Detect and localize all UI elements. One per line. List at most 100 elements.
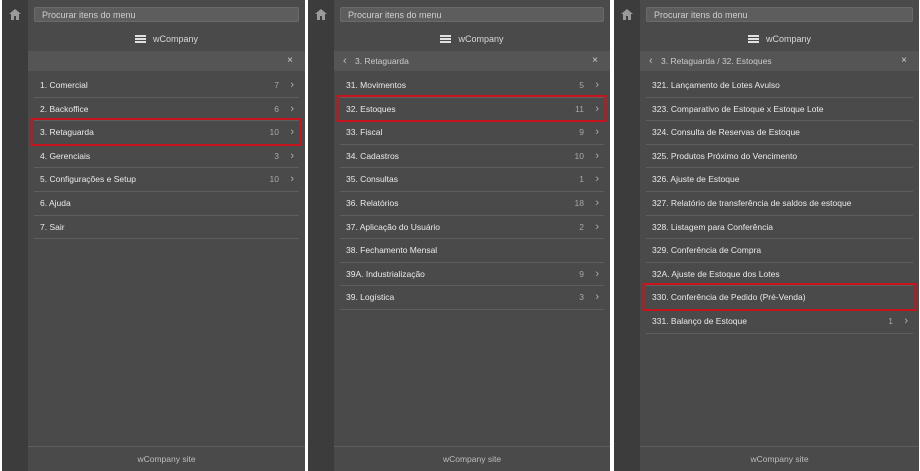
menu-item-label: 39A. Industrialização <box>346 268 425 279</box>
menu-item[interactable]: 326. Ajuste de Estoque <box>646 168 913 192</box>
side-rail <box>2 0 28 471</box>
chevron-right-icon: › <box>290 79 294 91</box>
menu-item-count: 9 <box>579 127 584 138</box>
menu-item-count: 1 <box>888 315 893 326</box>
menu-item[interactable]: 35. Consultas 1 › <box>340 168 604 192</box>
menu-item-label: 33. Fiscal <box>346 127 383 138</box>
menu-item[interactable]: 328. Listagem para Conferência <box>646 216 913 240</box>
side-rail <box>308 0 334 471</box>
menu-item[interactable]: 39A. Industrialização 9 › <box>340 263 604 287</box>
menu-item[interactable]: 4. Gerenciais 3 › <box>34 145 299 169</box>
menu-item-label: 34. Cadastros <box>346 150 399 161</box>
chevron-right-icon: › <box>595 79 599 91</box>
menu-item-label: 6. Ajuda <box>40 197 71 208</box>
menu-item-label: 7. Sair <box>40 221 65 232</box>
menu-item-count: 9 <box>579 268 584 279</box>
search-input[interactable]: Procurar itens do menu <box>340 7 604 22</box>
brand-name: wCompany <box>458 34 504 44</box>
footer-site-link[interactable]: wCompany site <box>334 446 610 471</box>
menu-item-count: 10 <box>574 150 584 161</box>
menu-item-label: 324. Consulta de Reservas de Estoque <box>652 127 800 138</box>
hamburger-menu-icon <box>134 35 146 43</box>
chevron-right-icon: › <box>595 126 599 139</box>
chevron-right-icon: › <box>290 149 294 162</box>
menu-item-count: 5 <box>579 80 584 90</box>
menu-item[interactable]: 329. Conferência de Compra <box>646 239 913 263</box>
menu-item-label: 32A. Ajuste de Estoque dos Lotes <box>652 268 780 279</box>
menu-item-label: 329. Conferência de Compra <box>652 245 762 256</box>
side-rail <box>614 0 640 471</box>
brand-header[interactable]: wCompany <box>640 29 919 49</box>
menu-item[interactable]: 7. Sair <box>34 216 299 240</box>
highlight-box <box>337 94 607 123</box>
menu-item-label: 35. Consultas <box>346 174 398 185</box>
menu-item-count: 2 <box>579 221 584 232</box>
menu-item-count: 3 <box>274 150 279 161</box>
close-icon[interactable]: × <box>287 51 293 71</box>
highlight-box <box>31 118 302 146</box>
menu-item-label: 36. Relatórios <box>346 197 399 208</box>
highlight-box <box>643 283 917 311</box>
menu-item[interactable]: 6. Ajuda <box>34 192 299 216</box>
menu-item-label: 326. Ajuste de Estoque <box>652 174 740 185</box>
menu-item-count: 10 <box>269 174 279 185</box>
chevron-right-icon: › <box>595 220 599 233</box>
menu-item[interactable]: 1. Comercial 7 › <box>34 74 299 98</box>
close-icon[interactable]: × <box>901 51 907 71</box>
menu-list: 31. Movimentos 5 › 32. Estoques 11 › 33. Fisca… <box>337 74 607 310</box>
menu-item-count: 6 <box>274 103 279 114</box>
menu-item[interactable]: 5. Configurações e Setup 10 › <box>34 168 299 192</box>
menu-panel-estoques: Procurar itens do menu wCompany ‹ 3. Ret… <box>614 0 919 471</box>
menu-item-count: 7 <box>274 80 279 90</box>
menu-item-label: 323. Comparativo de Estoque x Estoque Lo… <box>652 103 824 114</box>
brand-name: wCompany <box>765 34 812 44</box>
footer-site-link[interactable]: wCompany site <box>640 446 919 471</box>
chevron-left-icon[interactable]: ‹ <box>343 51 347 71</box>
menu-item-count: 18 <box>574 197 584 208</box>
brand-header[interactable]: wCompany <box>334 29 610 49</box>
menu-item[interactable]: 38. Fechamento Mensal <box>340 239 604 263</box>
hamburger-menu-icon <box>747 35 759 43</box>
menu-item[interactable]: 331. Balanço de Estoque 1 › <box>646 310 913 334</box>
menu-item-label: 37. Aplicação do Usuário <box>346 221 441 232</box>
chevron-left-icon[interactable]: ‹ <box>649 51 653 71</box>
menu-item-label: 1. Comercial <box>40 80 88 90</box>
menu-item[interactable]: 34. Cadastros 10 › <box>340 145 604 169</box>
breadcrumb-text[interactable]: 3. Retaguarda / 32. Estoques <box>661 51 772 71</box>
menu-item-count: 3 <box>579 292 584 303</box>
search-input[interactable]: Procurar itens do menu <box>34 7 299 22</box>
menu-item[interactable]: 323. Comparativo de Estoque x Estoque Lo… <box>646 98 913 122</box>
menu-item-label: 5. Configurações e Setup <box>40 174 136 185</box>
home-icon[interactable] <box>315 9 327 20</box>
menu-item[interactable]: 33. Fiscal 9 › <box>340 121 604 145</box>
menu-item[interactable]: 324. Consulta de Reservas de Estoque <box>646 121 913 145</box>
chevron-right-icon: › <box>595 267 599 280</box>
menu-panel-root: Procurar itens do menu wCompany × 1. Com… <box>2 0 305 471</box>
brand-header[interactable]: wCompany <box>28 29 305 49</box>
search-input[interactable]: Procurar itens do menu <box>646 7 913 22</box>
home-icon[interactable] <box>9 9 21 20</box>
hamburger-menu-icon <box>440 35 452 43</box>
home-icon[interactable] <box>621 9 633 20</box>
chevron-right-icon: › <box>290 173 294 186</box>
menu-item-label: 2. Backoffice <box>40 103 89 114</box>
menu-item[interactable]: 3. Retaguarda 10 › <box>31 118 302 146</box>
menu-item[interactable]: 327. Relatório de transferência de saldo… <box>646 192 913 216</box>
menu-item[interactable]: 32. Estoques 11 › <box>337 94 607 123</box>
menu-panel-retaguarda: Procurar itens do menu wCompany ‹ 3. Ret… <box>308 0 610 471</box>
menu-item[interactable]: 321. Lançamento de Lotes Avulso <box>646 74 913 98</box>
breadcrumb: ‹ 3. Retaguarda × <box>334 51 610 71</box>
menu-list: 321. Lançamento de Lotes Avulso 323. Comp… <box>643 74 917 334</box>
chevron-right-icon: › <box>595 173 599 186</box>
menu-item[interactable]: 36. Relatórios 18 › <box>340 192 604 216</box>
menu-item-label: 38. Fechamento Mensal <box>346 245 438 256</box>
menu-list: 1. Comercial 7 › 2. Backoffice 6 › 3. Retaguar… <box>31 74 302 240</box>
menu-item[interactable]: 39. Logística 3 › <box>340 286 604 310</box>
breadcrumb-text[interactable]: 3. Retaguarda <box>355 51 409 71</box>
menu-item[interactable]: 37. Aplicação do Usuário 2 › <box>340 216 604 240</box>
menu-item[interactable]: 330. Conferência de Pedido (Pré-Venda) <box>643 283 917 311</box>
footer-site-link[interactable]: wCompany site <box>28 446 305 471</box>
menu-item[interactable]: 325. Produtos Próximo do Vencimento <box>646 145 913 169</box>
menu-item-label: 327. Relatório de transferência de saldo… <box>652 197 852 208</box>
close-icon[interactable]: × <box>592 51 598 71</box>
